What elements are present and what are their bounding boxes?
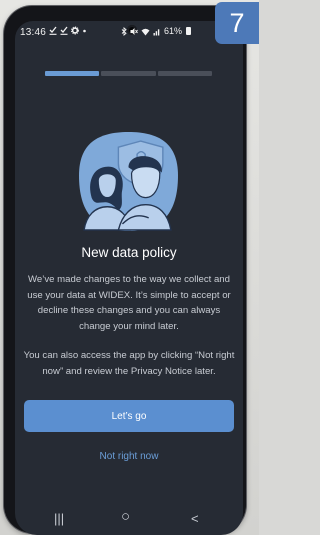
phone-frame: 13:46 61% New data policy We’ve made cha…	[4, 6, 246, 535]
step-number-badge: 7	[215, 2, 259, 44]
back-button[interactable]: <	[191, 512, 199, 525]
page-title: New data policy	[81, 245, 177, 260]
battery-icon	[186, 27, 192, 35]
download-icon	[49, 26, 57, 35]
not-right-now-button[interactable]: Not right now	[55, 447, 203, 465]
status-bar: 13:46 61%	[15, 21, 243, 43]
status-system-icons: 61%	[121, 26, 192, 36]
home-button[interactable]: ○	[121, 509, 130, 524]
recents-button[interactable]: |||	[54, 512, 64, 525]
couple-privacy-illustration	[79, 132, 178, 231]
android-nav-bar: ||| ○ <	[15, 501, 243, 535]
wifi-icon	[141, 28, 150, 35]
app-screen: 13:46 61% New data policy We’ve made cha…	[15, 21, 243, 535]
gear-icon	[71, 26, 79, 35]
policy-description: We’ve made changes to the way we collect…	[27, 274, 231, 332]
signal-icon	[153, 28, 160, 35]
status-notification-icons	[49, 26, 87, 35]
lets-go-button[interactable]: Let’s go	[24, 400, 234, 432]
progress-segment	[45, 71, 100, 76]
status-time: 13:46	[20, 27, 47, 38]
progress-segment	[157, 71, 212, 76]
woman-face	[97, 173, 117, 199]
onboarding-progress	[45, 71, 212, 76]
mute-icon	[130, 27, 138, 35]
download-icon	[60, 26, 68, 35]
bluetooth-icon	[121, 26, 127, 36]
battery-percent: 61%	[164, 26, 183, 36]
progress-segment	[101, 71, 156, 76]
skip-description: You can also access the app by clicking …	[23, 350, 235, 377]
screenshot-stage: 13:46 61% New data policy We’ve made cha…	[0, 0, 259, 535]
dot-icon	[83, 29, 86, 33]
